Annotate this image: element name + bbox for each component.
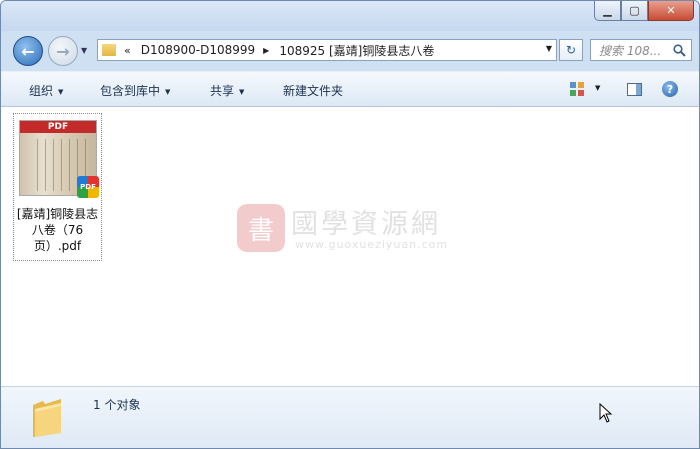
include-in-library-label: 包含到库中 [100,84,161,98]
chevron-down-icon: ▼ [58,87,64,96]
explorer-window: ▁ ▢ ✕ ← → ▼ « D108900-D108999 ▶ 108925 [… [0,0,700,449]
share-menu[interactable]: 共享 ▼ [210,82,244,99]
include-in-library-menu[interactable]: 包含到库中 ▼ [100,82,170,99]
breadcrumb-chevron-icon[interactable]: ▶ [263,46,269,55]
maximize-button[interactable]: ▢ [621,1,648,21]
search-box[interactable]: 搜索 108... [590,39,692,61]
item-count: 1 个对象 [93,398,141,412]
forward-button[interactable]: → [48,36,78,66]
pdf-thumbnail-header: PDF [20,121,96,133]
folder-icon [33,399,61,437]
details-pane: 1 个对象 [1,386,699,448]
breadcrumb-item[interactable]: D108900-D108999 [141,43,255,57]
address-bar[interactable]: « D108900-D108999 ▶ 108925 [嘉靖]铜陵县志八卷 ▼ [97,39,557,61]
view-dropdown-icon[interactable]: ▼ [595,84,600,92]
new-folder-button[interactable]: 新建文件夹 [283,82,343,99]
recent-pages-dropdown-icon[interactable]: ▼ [81,46,87,55]
watermark-title: 國學資源網 [291,209,441,240]
back-button[interactable]: ← [13,36,43,66]
mouse-cursor-icon [599,403,613,423]
chevron-down-icon: ▼ [239,87,245,96]
help-icon[interactable]: ? [662,81,678,97]
breadcrumb-item[interactable]: 108925 [嘉靖]铜陵县志八卷 [279,42,434,59]
preview-pane-icon[interactable] [627,83,642,96]
breadcrumb-overflow[interactable]: « [124,44,131,57]
navigation-bar: ← → ▼ « D108900-D108999 ▶ 108925 [嘉靖]铜陵县… [1,31,699,71]
share-label: 共享 [210,84,235,98]
folder-icon [102,44,116,56]
command-bar: 组织 ▼ 包含到库中 ▼ 共享 ▼ 新建文件夹 ▼ ? [1,71,699,107]
organize-menu[interactable]: 组织 ▼ [29,82,63,99]
file-item[interactable]: PDF PDF [嘉靖]铜陵县志八卷（76页）.pdf [13,113,102,261]
title-bar: ▁ ▢ ✕ [1,1,699,31]
window-controls: ▁ ▢ ✕ [594,1,694,21]
pdf-icon: PDF [77,176,99,198]
view-options-icon[interactable] [570,82,584,96]
watermark-logo: 書 [237,204,285,252]
chevron-down-icon: ▼ [165,87,171,96]
watermark: 書 國學資源網 www.guoxueziyuan.com [237,200,467,258]
search-input[interactable]: 搜索 108... [599,42,671,59]
refresh-button[interactable]: ↻ [559,39,583,61]
search-icon[interactable] [673,44,686,57]
file-name[interactable]: [嘉靖]铜陵县志八卷（76页）.pdf [14,206,101,254]
pdf-thumbnail: PDF PDF [19,120,99,198]
organize-label: 组织 [29,84,54,98]
close-button[interactable]: ✕ [648,1,694,21]
minimize-button[interactable]: ▁ [594,1,621,21]
file-list-pane[interactable]: PDF PDF [嘉靖]铜陵县志八卷（76页）.pdf 書 國學資源網 www.… [1,107,699,386]
watermark-url: www.guoxueziyuan.com [295,238,449,251]
address-dropdown-icon[interactable]: ▼ [546,44,552,53]
